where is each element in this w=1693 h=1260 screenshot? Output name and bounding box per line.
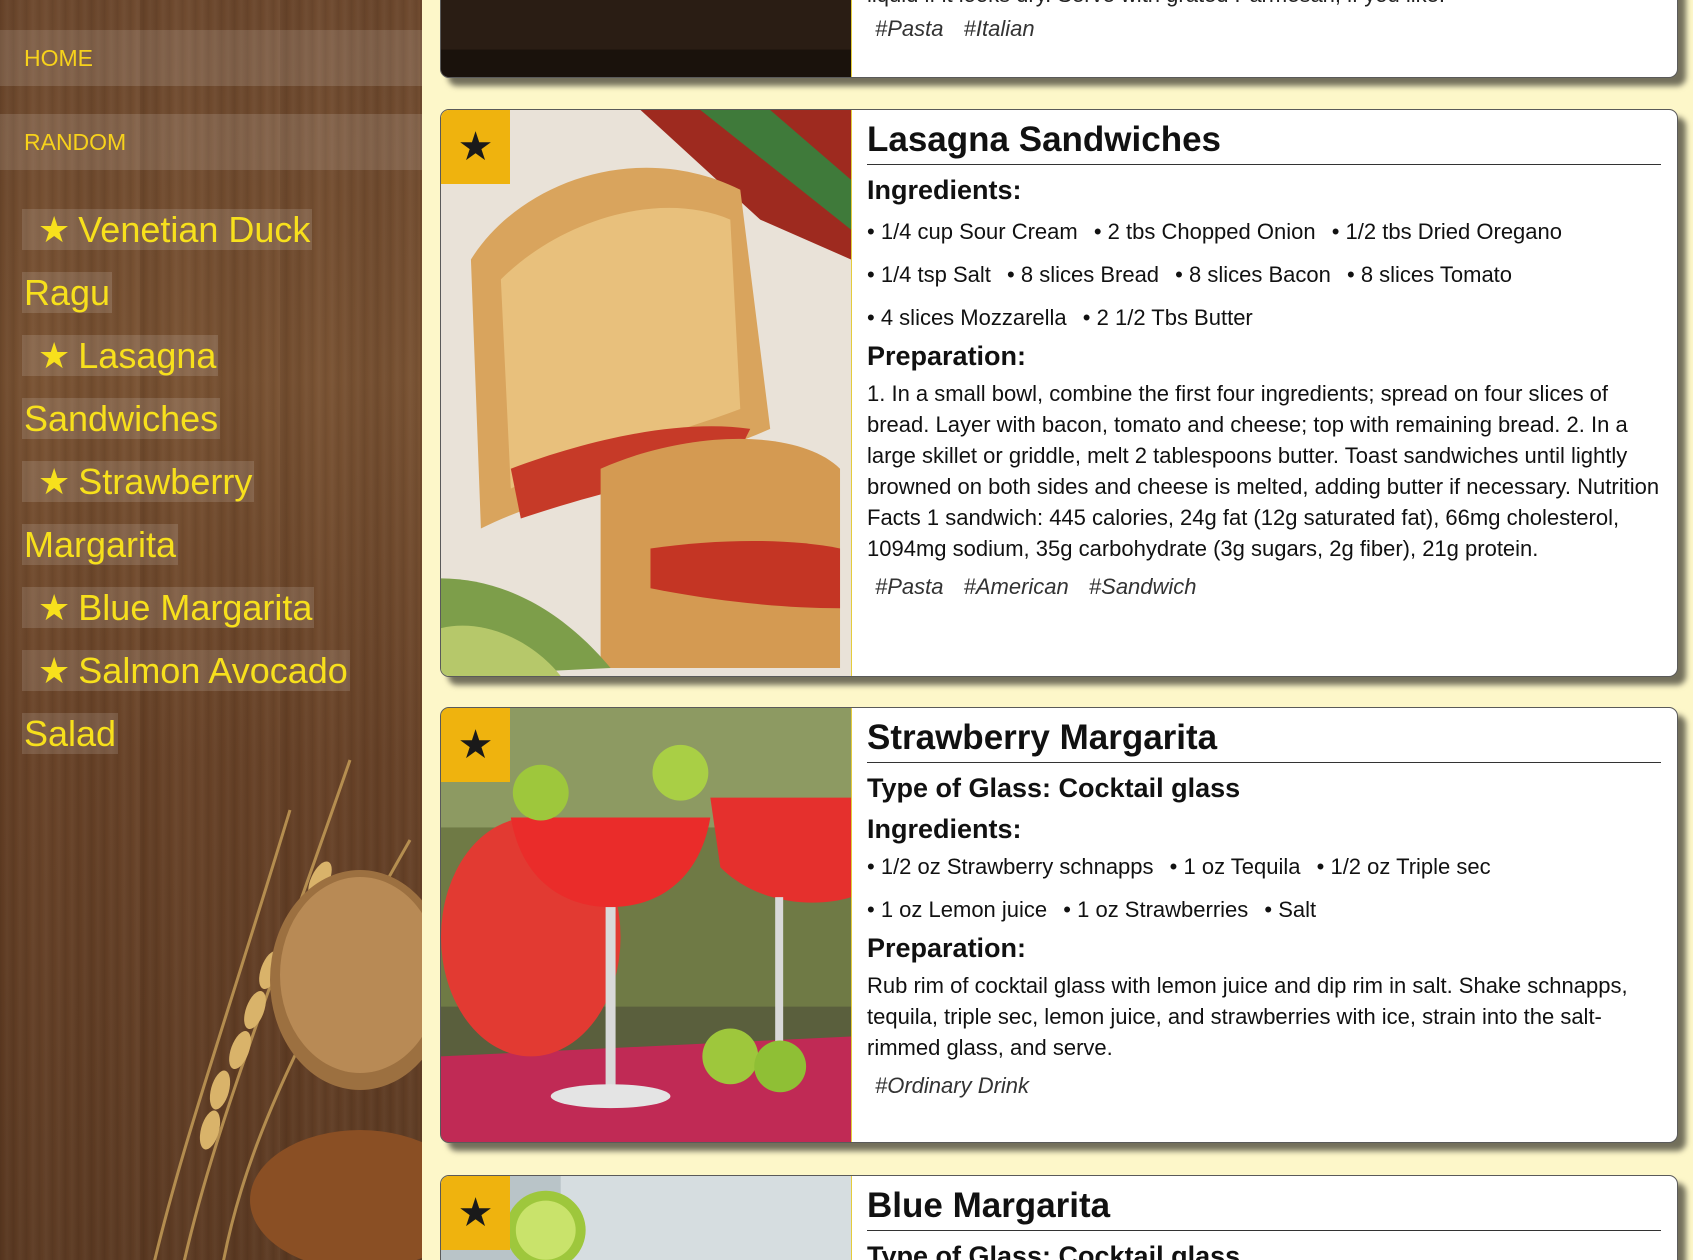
sidebar: HOME RANDOM ★ Venetian Duck Ragu ★ Lasagna… [0,0,422,1260]
ingredient-item: 1/2 tbs Dried Oregano [1332,219,1562,244]
wheat-bread-decoration [153,759,422,1260]
ingredient-list: 1/2 oz Strawberry schnapps 1 oz Tequila … [867,845,1661,931]
preparation-heading: Preparation: [867,933,1027,963]
favorite-label: Salmon Avocado Salad [24,650,348,754]
tag[interactable]: #Italian [964,16,1035,41]
tag[interactable]: #Pasta [875,16,944,41]
glass-type: Type of Glass: Cocktail glass [867,773,1241,803]
preparation-text: 1. In a small bowl, combine the first fo… [867,381,1660,561]
ingredient-list: 1/4 cup Sour Cream 2 tbs Chopped Onion 1… [867,210,1661,339]
preparation-text: Rub rim of cocktail glass with lemon jui… [867,973,1628,1060]
recipe-card-lasagna-sandwiches: ★ Lasagna Sandwiches Ingredients: 1/4 cu… [440,109,1678,677]
ingredient-item: 1 oz Tequila [1170,854,1301,879]
recipe-photo: ★ [441,708,852,1142]
recipe-title: Lasagna Sandwiches [867,120,1661,165]
favorite-strawberry-margarita[interactable]: ★ Strawberry Margarita [22,450,382,576]
recipe-photo: ★ [441,1176,852,1260]
star-icon: ★ [38,650,71,691]
star-icon: ★ [38,335,71,376]
ingredient-item: 1/4 tsp Salt [867,262,991,287]
ingredient-item: Salt [1264,897,1316,922]
favorite-venetian-duck-ragu[interactable]: ★ Venetian Duck Ragu [22,198,382,324]
recipe-card-blue-margarita: ★ Blue Margarita Type of Glass: Cocktail… [440,1175,1678,1260]
ingredients-heading: Ingredients: [867,175,1022,205]
favorite-star-icon[interactable]: ★ [441,110,510,184]
ingredient-item: 1/4 cup Sour Cream [867,219,1078,244]
ingredient-item: 1/2 oz Strawberry schnapps [867,854,1154,879]
favorite-blue-margarita[interactable]: ★ Blue Margarita [22,576,382,639]
recipe-photo: ★ [441,110,852,676]
ingredient-item: 1 oz Strawberries [1063,897,1248,922]
recipe-photo [441,0,852,77]
recipe-title: Blue Margarita [867,1186,1661,1231]
ingredients-heading: Ingredients: [867,814,1022,844]
tag-list: #Ordinary Drink [867,1073,1661,1099]
ingredient-item: 8 slices Bread [1007,262,1159,287]
ingredient-item: 2 1/2 Tbs Butter [1083,305,1253,330]
random-link[interactable]: RANDOM [0,114,422,170]
recipe-card-previous: liquid if it looks dry. Serve with grate… [440,0,1678,78]
star-icon: ★ [38,209,71,250]
tag[interactable]: #American [964,574,1069,599]
favorite-star-icon[interactable]: ★ [441,1176,510,1250]
tag[interactable]: #Sandwich [1089,574,1197,599]
star-icon: ★ [38,587,71,628]
tag[interactable]: #Pasta [875,574,944,599]
glass-type: Type of Glass: Cocktail glass [867,1241,1241,1260]
favorite-star-icon[interactable]: ★ [441,708,510,782]
favorite-label: Blue Margarita [78,587,313,628]
ingredient-item: 1 oz Lemon juice [867,897,1047,922]
recipe-title: Strawberry Margarita [867,718,1661,763]
ingredient-item: 8 slices Tomato [1347,262,1512,287]
favorite-lasagna-sandwiches[interactable]: ★ Lasagna Sandwiches [22,324,382,450]
preparation-heading: Preparation: [867,341,1027,371]
tag[interactable]: #Ordinary Drink [875,1073,1029,1098]
star-icon: ★ [38,461,71,502]
ingredient-item: 4 slices Mozzarella [867,305,1067,330]
favorite-salmon-avocado-salad[interactable]: ★ Salmon Avocado Salad [22,639,382,765]
ingredient-item: 1/2 oz Triple sec [1317,854,1491,879]
home-link[interactable]: HOME [0,30,422,86]
tag-list: #Pasta #Italian [867,16,1661,42]
preparation-text: liquid if it looks dry. Serve with grate… [867,0,1661,10]
ingredient-item: 2 tbs Chopped Onion [1094,219,1316,244]
ingredient-item: 8 slices Bacon [1175,262,1331,287]
recipe-card-strawberry-margarita: ★ Strawberry Margarita Type of Glass: Co… [440,707,1678,1143]
favorites-list: ★ Venetian Duck Ragu ★ Lasagna Sandwiches … [22,198,382,765]
tag-list: #Pasta #American #Sandwich [867,574,1661,600]
